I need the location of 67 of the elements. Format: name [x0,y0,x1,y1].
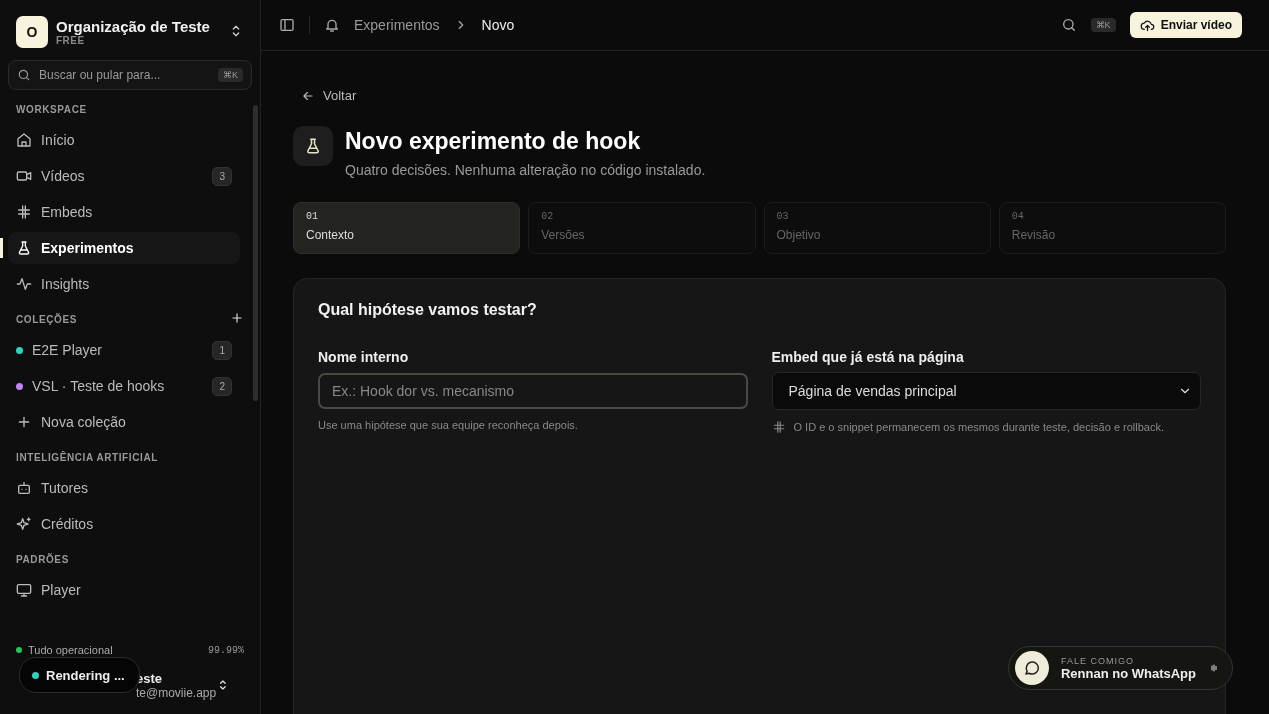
org-logo: O [16,16,48,48]
pulse-icon [16,276,32,292]
flask-icon [16,240,32,256]
sparkles-icon [16,516,32,532]
field-hint: Use uma hipótese que sua equipe reconheça depois. [318,419,578,431]
step-number: 04 [1011,211,1025,222]
search-icon [1060,17,1077,33]
step-label: Objetivo [776,228,822,242]
page-title: Novo experimento de hook [345,127,642,156]
count-badge: 2 [212,376,232,396]
step-tab[interactable]: 01 Contexto [293,202,521,254]
sidebar-toggle-icon [279,17,295,33]
status-label: Tudo operacional [28,644,114,656]
shortcut-hint: ⌘K [1090,18,1116,32]
breadcrumb-link[interactable]: Novo [481,17,515,33]
bell-icon [324,17,340,33]
step-number: 01 [306,211,319,222]
search-icon [17,68,31,82]
breadcrumb-link[interactable]: Experimentos [354,17,440,33]
field-label: Nome interno [318,349,410,365]
section-title: COLEÇÕES [16,313,77,325]
sidebar-item[interactable]: E2E Player 1 [8,334,240,366]
sidebar-item[interactable]: Créditos [8,508,240,540]
upload-button[interactable]: Enviar vídeo [1129,12,1242,38]
monitor-icon [16,582,32,598]
page-subtitle: Quatro decisões. Nenhuma alteração no código instalado. [345,162,706,178]
sidebar-item[interactable]: Vídeos 3 [8,160,240,192]
search-field[interactable]: Buscar ou pular para... ⌘K [8,60,252,90]
sidebar-item[interactable]: Insights [8,268,240,300]
input-field[interactable]: Ex.: Hook dor vs. mecanismo [318,373,748,409]
step-label: Revisão [1011,228,1057,242]
count-badge: 1 [212,340,232,360]
robot-icon [16,480,32,496]
chat-bubble-icon [1022,659,1041,677]
whatsapp-button[interactable]: FALE COMIGO Rennan no WhatsApp [1007,646,1233,690]
sidebar-item[interactable]: Tutores [8,472,240,504]
embed-select[interactable]: Página de vendas principal [771,372,1201,410]
status-dot [16,647,22,653]
step-number: 02 [541,211,555,222]
org-name: Organização de Teste [56,18,211,35]
section-title: INTELIGÊNCIA ARTIFICIAL [16,451,158,463]
video-camera-icon [16,168,32,184]
count-badge: 3 [212,166,232,186]
form-title: Qual hipótese vamos testar? [318,301,538,319]
sidebar-item[interactable]: Nova coleção [8,406,240,438]
uptime-label: 99.99% [208,644,244,656]
field-hint: O ID e o snippet permanecem os mesmos durante teste, decisão e rollback. [793,421,1164,433]
sidebar-item[interactable]: Embeds [8,196,240,228]
step-label: Contexto [306,228,356,242]
plus-icon [16,414,32,430]
back-link[interactable]: Voltar [293,87,1226,104]
section-title: PADRÕES [16,553,69,565]
section-title: WORKSPACE [16,103,87,115]
hash-icon [771,420,786,434]
home-icon [16,132,32,148]
hash-icon [16,204,32,220]
sidebar-item[interactable]: Início [8,124,240,156]
sidebar-item[interactable]: VSL · Teste de hooks 2 [8,370,240,402]
field-label: Embed que já está na página [771,349,965,365]
add-icon [230,311,244,325]
step-label: Versões [541,228,586,242]
shortcut-hint: ⌘K [218,68,243,82]
flask-drawing [304,137,322,155]
plan-label: FREE [56,35,85,46]
step-number: 03 [776,211,790,222]
sidebar-item[interactable]: Player [8,574,240,606]
equalizer-icon [1208,662,1220,674]
